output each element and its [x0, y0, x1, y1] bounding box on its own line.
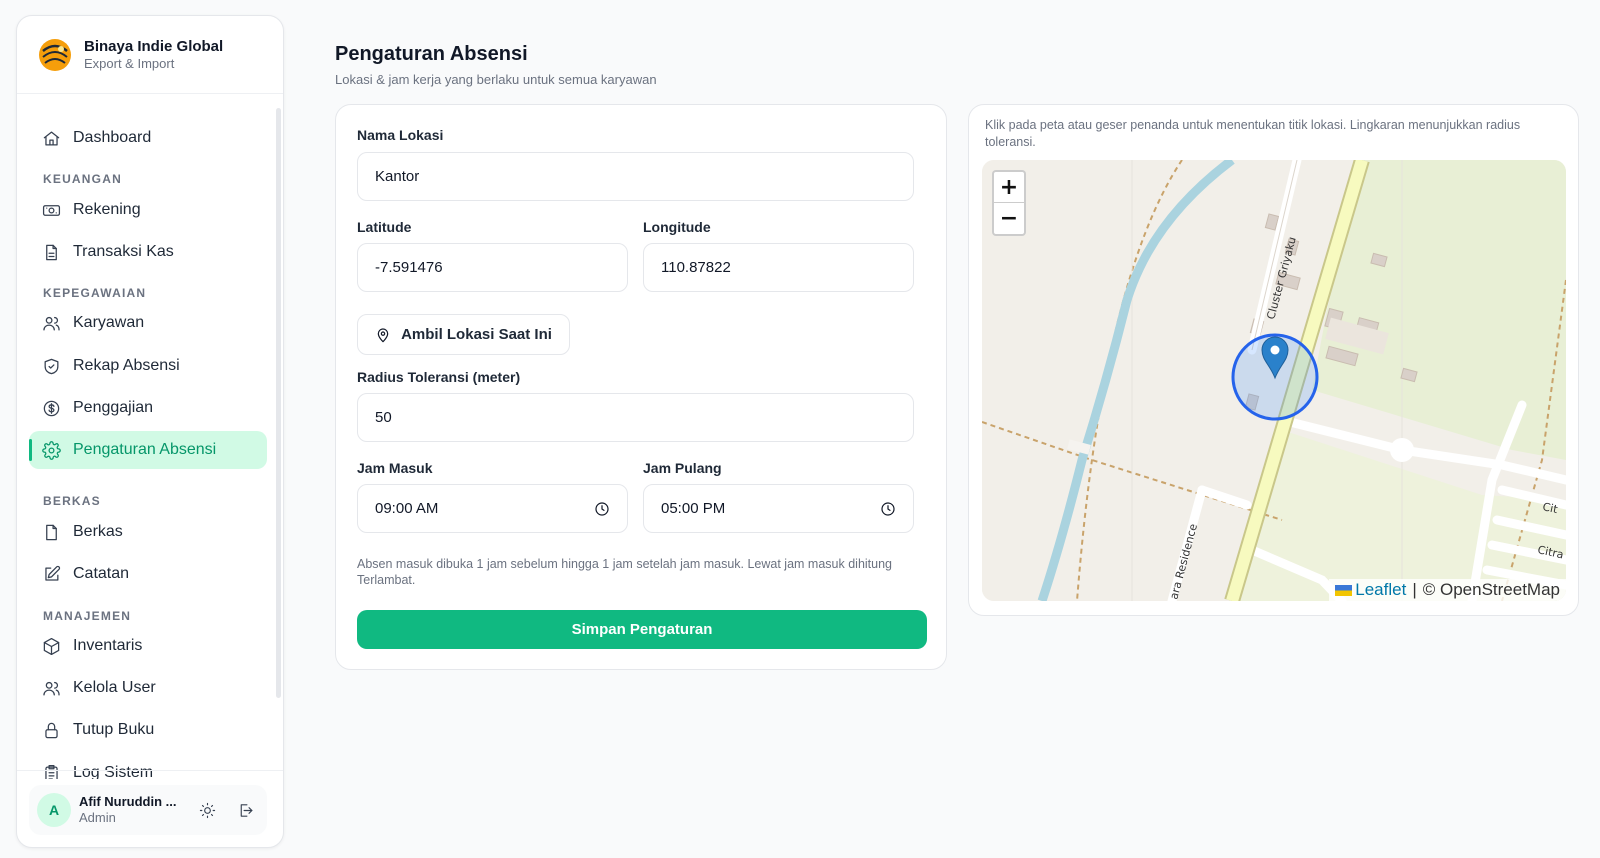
brand-header: Binaya Indie Global Export & Import [17, 16, 283, 94]
sidebar-item-tutup-buku[interactable]: Tutup Buku [29, 711, 267, 749]
zoom-in-button[interactable]: + [994, 172, 1024, 203]
sun-icon [199, 802, 215, 818]
radius-input[interactable]: 50 [357, 393, 914, 442]
sidebar-item-penggajian[interactable]: Penggajian [29, 389, 267, 427]
sidebar-item-rekap-absensi[interactable]: Rekap Absensi [29, 347, 267, 385]
location-name-input[interactable]: Kantor [357, 152, 914, 201]
sidebar-item-label: Dashboard [73, 129, 152, 146]
section-berkas: BERKAS [43, 494, 101, 508]
lock-icon [45, 722, 58, 738]
latitude-value: -7.591476 [375, 259, 443, 276]
latitude-label: Latitude [357, 219, 412, 235]
sidebar-item-label: Berkas [73, 523, 123, 540]
sidebar-item-inventaris[interactable]: Inventaris [29, 627, 267, 665]
sidebar-divider [17, 770, 283, 771]
brand-subtitle: Export & Import [84, 55, 175, 71]
sidebar-item-karyawan[interactable]: Karyawan [29, 304, 267, 342]
package-icon [43, 637, 60, 655]
sidebar-item-label: Transaksi Kas [73, 243, 174, 260]
avatar: A [37, 793, 71, 827]
check-in-label: Jam Masuk [357, 460, 433, 476]
brand-name: Binaya Indie Global [84, 37, 224, 55]
company-logo [39, 38, 71, 71]
map-hint: Klik pada peta atau geser penanda untuk … [985, 118, 1521, 149]
sidebar-item-rekening[interactable]: Rekening [29, 191, 267, 229]
users-icon [43, 681, 60, 695]
ukraine-flag-icon [1335, 584, 1353, 596]
attendance-hint: Absen masuk dibuka 1 jam sebelum hingga … [357, 557, 892, 587]
check-in-value: 09:00 AM [375, 500, 439, 517]
get-current-location-button[interactable]: Ambil Lokasi Saat Ini [357, 314, 570, 355]
gear-icon [42, 440, 61, 460]
sidebar-item-berkas[interactable]: Berkas [29, 513, 267, 551]
sidebar-item-label: Karyawan [73, 314, 145, 331]
sidebar-item-label: Pengaturan Absensi [73, 441, 217, 458]
section-keuangan: KEUANGAN [43, 172, 122, 186]
sidebar-item-label: Rekening [73, 201, 141, 218]
longitude-input[interactable]: 110.87822 [643, 243, 914, 292]
sidebar-scrollbar[interactable] [276, 108, 281, 698]
map-card: Klik pada peta atau geser penanda untuk … [968, 104, 1579, 616]
page-title: Pengaturan Absensi [335, 43, 528, 65]
sidebar-item-label: Kelola User [73, 679, 156, 696]
section-manajemen: MANAJEMEN [43, 609, 132, 623]
leaflet-link[interactable]: Leaflet [1355, 580, 1406, 600]
check-out-label: Jam Pulang [643, 460, 722, 476]
sidebar-item-label: Log Sistem [73, 764, 154, 779]
longitude-value: 110.87822 [661, 259, 731, 276]
attribution-separator: | [1412, 580, 1417, 599]
osm-attribution[interactable]: © OpenStreetMap [1423, 580, 1560, 600]
section-kepegawaian: KEPEGAWAIAN [43, 286, 147, 300]
location-name-value: Kantor [375, 168, 420, 185]
clock-icon[interactable] [594, 501, 610, 517]
clock-icon[interactable] [880, 501, 896, 517]
get-location-label: Ambil Lokasi Saat Ini [401, 326, 552, 343]
home-icon [43, 131, 60, 145]
zoom-out-button[interactable]: − [994, 203, 1024, 234]
map-pin-icon [377, 327, 389, 342]
page-subtitle: Lokasi & jam kerja yang berlaku untuk se… [335, 72, 657, 87]
users-icon [43, 316, 60, 330]
shield-check-icon [44, 358, 59, 374]
sidebar-item-label: Penggajian [73, 399, 154, 416]
zoom-control: + − [992, 170, 1026, 236]
theme-toggle-button[interactable] [194, 797, 220, 823]
banknote-icon [42, 204, 61, 216]
settings-form-card: Nama Lokasi Kantor Latitude -7.591476 Lo… [335, 104, 947, 670]
sidebar-item-log-sistem[interactable]: Log Sistem [29, 754, 267, 779]
sidebar-item-transaksi-kas[interactable]: Transaksi Kas [29, 233, 267, 271]
map-tiles: Cluster Griyaku ara Residence Cit Citra [982, 160, 1566, 601]
location-name-label: Nama Lokasi [357, 127, 444, 143]
sidebar-item-catatan[interactable]: Catatan [29, 555, 267, 593]
edit-note-icon [45, 565, 61, 581]
sidebar-item-label: Tutup Buku [73, 721, 155, 738]
check-out-time-input[interactable]: 05:00 PM [643, 484, 914, 533]
map-attribution: Leaflet | © OpenStreetMap [1329, 579, 1566, 601]
save-settings-button[interactable]: Simpan Pengaturan [357, 610, 927, 649]
user-name: Afif Nuruddin ... [79, 794, 177, 809]
user-card: A Afif Nuruddin ... Admin [29, 785, 267, 835]
sidebar-item-pengaturan-absensi[interactable]: Pengaturan Absensi [29, 431, 267, 469]
radius-label: Radius Toleransi (meter) [357, 369, 521, 385]
sidebar-item-label: Inventaris [73, 637, 143, 654]
sidebar-nav: Dashboard KEUANGAN Rekening Transaksi Ka… [17, 94, 283, 779]
logout-button[interactable] [232, 797, 258, 823]
file-text-icon [46, 244, 57, 260]
sidebar-item-label: Catatan [73, 565, 130, 582]
sidebar-item-label: Rekap Absensi [73, 357, 180, 374]
sidebar-item-kelola-user[interactable]: Kelola User [29, 669, 267, 707]
check-in-time-input[interactable]: 09:00 AM [357, 484, 628, 533]
user-role: Admin [79, 810, 116, 825]
clipboard-list-icon [45, 764, 58, 779]
dollar-circle-icon [43, 400, 60, 416]
radius-value: 50 [375, 409, 392, 426]
latitude-input[interactable]: -7.591476 [357, 243, 628, 292]
file-icon [46, 524, 57, 540]
sidebar: Binaya Indie Global Export & Import Dash… [16, 15, 284, 848]
check-out-value: 05:00 PM [661, 500, 726, 517]
location-map[interactable]: Cluster Griyaku ara Residence Cit Citra … [982, 160, 1566, 601]
longitude-label: Longitude [643, 219, 711, 235]
sidebar-item-dashboard[interactable]: Dashboard [29, 119, 267, 157]
logout-icon [240, 803, 252, 817]
